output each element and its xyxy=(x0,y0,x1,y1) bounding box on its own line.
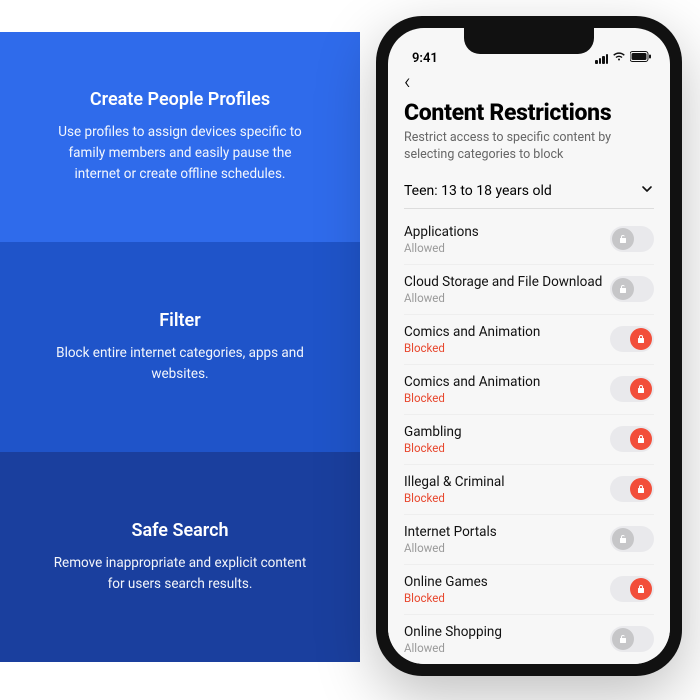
status-time: 9:41 xyxy=(412,51,438,66)
block-toggle[interactable] xyxy=(610,276,654,302)
panel-title: Filter xyxy=(159,310,200,331)
phone-notch xyxy=(464,28,594,54)
category-row: Comics and AnimationBlocked xyxy=(404,315,654,365)
category-label: Comics and Animation xyxy=(404,374,540,390)
lock-icon xyxy=(630,428,652,450)
page-title: Content Restrictions xyxy=(404,99,654,126)
category-label: Gambling xyxy=(404,424,462,440)
feature-panels: Create People Profiles Use profiles to a… xyxy=(0,32,360,662)
block-toggle[interactable] xyxy=(610,526,654,552)
unlock-icon xyxy=(612,228,634,250)
category-row: Comics and AnimationBlocked xyxy=(404,365,654,415)
category-row: Online GamesBlocked xyxy=(404,565,654,615)
category-info: GamblingBlocked xyxy=(404,424,462,455)
block-toggle[interactable] xyxy=(610,376,654,402)
category-label: Online Games xyxy=(404,574,488,590)
lock-icon xyxy=(630,328,652,350)
battery-icon xyxy=(630,51,652,66)
category-state: Blocked xyxy=(404,341,540,355)
block-toggle[interactable] xyxy=(610,226,654,252)
category-state: Blocked xyxy=(404,441,462,455)
category-row: GamblingBlocked xyxy=(404,415,654,465)
block-toggle[interactable] xyxy=(610,426,654,452)
age-profile-selector[interactable]: Teen: 13 to 18 years old xyxy=(404,174,654,209)
block-toggle[interactable] xyxy=(610,576,654,602)
category-label: Comics and Animation xyxy=(404,324,540,340)
panel-body: Use profiles to assign devices specific … xyxy=(50,122,310,185)
chevron-down-icon xyxy=(640,182,654,200)
panel-title: Create People Profiles xyxy=(90,89,270,110)
panel-body: Block entire internet categories, apps a… xyxy=(50,343,310,385)
category-row: Cloud Storage and File DownloadAllowed xyxy=(404,265,654,315)
category-label: Applications xyxy=(404,224,479,240)
wifi-icon xyxy=(612,51,626,66)
category-label: Illegal & Criminal xyxy=(404,474,505,490)
signal-icon xyxy=(595,54,608,64)
content-area: ‹ Content Restrictions Restrict access t… xyxy=(388,68,670,664)
category-state: Blocked xyxy=(404,391,540,405)
category-state: Blocked xyxy=(404,591,488,605)
category-row: Illegal & CriminalBlocked xyxy=(404,465,654,515)
category-info: Illegal & CriminalBlocked xyxy=(404,474,505,505)
category-info: Online GamesBlocked xyxy=(404,574,488,605)
category-info: Comics and AnimationBlocked xyxy=(404,374,540,405)
category-row: Online ShoppingAllowed xyxy=(404,615,654,664)
category-list: ApplicationsAllowedCloud Storage and Fil… xyxy=(404,215,654,664)
category-state: Allowed xyxy=(404,241,479,255)
lock-icon xyxy=(630,378,652,400)
category-state: Allowed xyxy=(404,541,497,555)
unlock-icon xyxy=(612,278,634,300)
category-label: Internet Portals xyxy=(404,524,497,540)
category-label: Cloud Storage and File Download xyxy=(404,274,602,290)
panel-safe-search: Safe Search Remove inappropriate and exp… xyxy=(0,452,360,662)
page-subtitle: Restrict access to specific content by s… xyxy=(404,130,654,164)
category-state: Allowed xyxy=(404,641,502,655)
category-row: Internet PortalsAllowed xyxy=(404,515,654,565)
phone-frame: 9:41 ‹ Content Restrictions Restrict acc… xyxy=(376,16,682,676)
status-icons xyxy=(595,51,652,66)
category-info: Internet PortalsAllowed xyxy=(404,524,497,555)
block-toggle[interactable] xyxy=(610,626,654,652)
category-row: ApplicationsAllowed xyxy=(404,215,654,265)
category-state: Blocked xyxy=(404,491,505,505)
category-label: Online Shopping xyxy=(404,624,502,640)
lock-icon xyxy=(630,578,652,600)
unlock-icon xyxy=(612,628,634,650)
category-info: ApplicationsAllowed xyxy=(404,224,479,255)
category-info: Online ShoppingAllowed xyxy=(404,624,502,655)
phone-screen: 9:41 ‹ Content Restrictions Restrict acc… xyxy=(388,28,670,664)
block-toggle[interactable] xyxy=(610,326,654,352)
block-toggle[interactable] xyxy=(610,476,654,502)
panel-create-profiles: Create People Profiles Use profiles to a… xyxy=(0,32,360,242)
panel-filter: Filter Block entire internet categories,… xyxy=(0,242,360,452)
panel-body: Remove inappropriate and explicit conten… xyxy=(50,553,310,595)
lock-icon xyxy=(630,478,652,500)
category-info: Cloud Storage and File DownloadAllowed xyxy=(404,274,602,305)
category-state: Allowed xyxy=(404,291,602,305)
back-button[interactable]: ‹ xyxy=(404,68,654,99)
unlock-icon xyxy=(612,528,634,550)
category-info: Comics and AnimationBlocked xyxy=(404,324,540,355)
panel-title: Safe Search xyxy=(131,520,228,541)
selector-label: Teen: 13 to 18 years old xyxy=(404,183,552,199)
